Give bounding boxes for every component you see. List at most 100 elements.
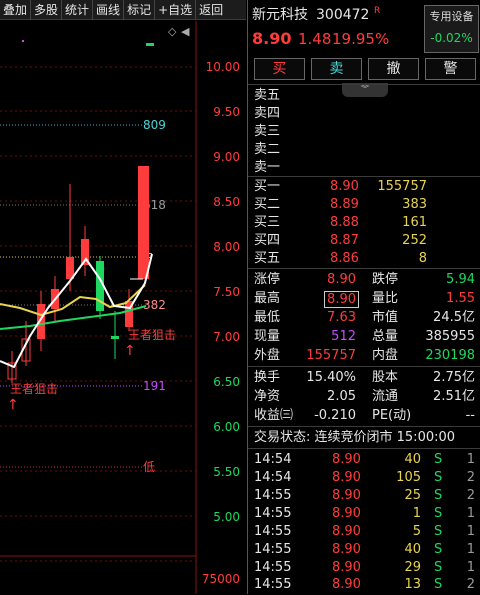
tick-side: S — [434, 560, 443, 575]
tick-volume: 25 — [404, 488, 421, 503]
tick-count: 2 — [466, 470, 475, 485]
buy-volume: 252 — [402, 233, 427, 248]
tick-time: 14:54 — [254, 470, 292, 485]
y-tick: 6.50 — [213, 375, 240, 389]
toolbar-draw-line-button[interactable]: 画线 — [93, 0, 125, 20]
buy-label: 买五 — [254, 251, 281, 266]
buy-label: 买二 — [254, 197, 281, 212]
tick-price: 8.90 — [332, 542, 361, 557]
tick-row: 14:55 8.90 29 S 1 — [248, 559, 480, 578]
tick-time: 14:55 — [254, 488, 292, 503]
level-809-label: 809 — [143, 118, 166, 132]
toolbar-overlay-button[interactable]: 叠加 — [0, 0, 32, 20]
sell-level-5: 卖五 — [254, 88, 281, 103]
tick-volume: 29 — [404, 560, 421, 575]
trade-status-text: 交易状态: 连续竞价闭市 15:00:00 — [254, 430, 456, 445]
tick-price: 8.90 — [332, 577, 361, 592]
collapse-icon[interactable]: ◀ — [181, 25, 190, 38]
tick-volume: 40 — [404, 542, 421, 557]
stock-name: 新元科技 — [252, 7, 308, 23]
stat-label: 外盘 — [254, 348, 281, 363]
last-price: 8.90 — [252, 29, 292, 48]
sell-level-2: 卖二 — [254, 142, 281, 157]
buy-level-row: 买三 8.88 161 — [248, 214, 480, 233]
y-tick: 8.50 — [213, 195, 240, 209]
buy-button[interactable]: 买 — [254, 58, 305, 80]
y-tick: 5.00 — [213, 510, 240, 524]
chart-toolbar: 叠加 多股 统计 画线 标记 +自选 返回 — [0, 0, 246, 20]
tick-time: 14:55 — [254, 542, 292, 557]
tick-time: 14:55 — [254, 506, 292, 521]
tick-volume: 1 — [412, 506, 421, 521]
stat-label: 换手 — [254, 370, 281, 385]
stat-value: 1.55 — [446, 291, 475, 306]
toolbar-statistics-button[interactable]: 统计 — [62, 0, 94, 20]
stat-value: 2.51亿 — [433, 389, 475, 404]
tick-side: S — [434, 470, 443, 485]
level-low-label: 低 — [143, 460, 155, 474]
stat-row: 外盘 155757 内盘 230198 — [248, 347, 480, 366]
diamond-icon[interactable]: ◇ — [168, 25, 177, 38]
buy-level-row: 买五 8.86 8 — [248, 250, 480, 269]
cancel-button[interactable]: 撤 — [368, 58, 419, 80]
stat-label: 涨停 — [254, 272, 281, 287]
tick-price: 8.90 — [332, 488, 361, 503]
buy-volume: 383 — [402, 197, 427, 212]
tick-side: S — [434, 542, 443, 557]
stat-row: 最高 8.90 量比 1.55 — [248, 290, 480, 309]
tick-price: 8.90 — [332, 470, 361, 485]
stat-label: 跌停 — [372, 272, 399, 287]
stat-label: 现量 — [254, 329, 281, 344]
stat-label: 内盘 — [372, 348, 399, 363]
level-382-label: 382 — [143, 298, 166, 312]
candlestick-chart[interactable]: ◇ ◀ 809 618 中 382 191 低 ↑ 王者狙击 ↑ 王者狙击 ↓ … — [0, 21, 246, 594]
y-tick: 6.00 — [213, 420, 240, 434]
buy-label: 买三 — [254, 215, 281, 230]
tick-time: 14:55 — [254, 560, 292, 575]
stat-label: 净资 — [254, 389, 281, 404]
price-pct: 19.95% — [332, 30, 390, 48]
alert-button[interactable]: 警 — [425, 58, 476, 80]
sell-button[interactable]: 卖 — [311, 58, 362, 80]
stat-label: 流通 — [372, 389, 399, 404]
stat-value: 512 — [331, 329, 356, 344]
buy-price: 8.89 — [330, 197, 359, 212]
toolbar-mark-button[interactable]: 标记 — [124, 0, 156, 20]
toolbar-back-button[interactable]: 返回 — [196, 0, 226, 20]
level-191-label: 191 — [143, 379, 166, 393]
signal-label-left: 王者狙击 — [10, 382, 58, 396]
buy-volume: 155757 — [377, 179, 427, 194]
buy-level-row: 买二 8.89 383 — [248, 196, 480, 215]
buy-price: 8.87 — [330, 233, 359, 248]
industry-label: 专用设备 — [429, 10, 474, 23]
signal-label-right: 王者狙击 — [128, 328, 176, 342]
toolbar-multi-stock-button[interactable]: 多股 — [31, 0, 63, 20]
y-tick: 9.50 — [213, 105, 240, 119]
volume-tick: 75000 — [202, 572, 240, 586]
toolbar-add-watchlist-button[interactable]: +自选 — [155, 0, 197, 20]
stat-label: 最低 — [254, 310, 281, 325]
stat-value-highlight: 8.90 — [324, 291, 359, 308]
tick-row: 14:54 8.90 40 S 1 — [248, 451, 480, 470]
top-marker-green — [146, 43, 154, 46]
stat-label: 股本 — [372, 370, 399, 385]
ma-yellow-line — [0, 284, 146, 317]
stat-label: 最高 — [254, 291, 281, 306]
stat-label: PE(动) — [372, 408, 412, 423]
stat-label: 总量 — [372, 329, 399, 344]
tick-count: 1 — [466, 524, 475, 539]
tick-time: 14:55 — [254, 577, 292, 592]
tick-count: 2 — [466, 577, 475, 592]
stat-row: 涨停 8.90 跌停 5.94 — [248, 271, 480, 290]
sell-level-4: 卖四 — [254, 106, 281, 121]
r-badge: R — [374, 6, 381, 16]
top-marker — [22, 40, 24, 42]
y-tick: 9.00 — [213, 150, 240, 164]
buy-level-row: 买一 8.90 155757 — [248, 178, 480, 197]
stat-row: 现量 512 总量 385955 — [248, 328, 480, 347]
stat-value: -- — [465, 408, 475, 423]
stat-value: 24.5亿 — [433, 310, 475, 325]
tick-row: 14:55 8.90 25 S 2 — [248, 487, 480, 506]
tick-time: 14:54 — [254, 452, 292, 467]
tick-price: 8.90 — [332, 506, 361, 521]
